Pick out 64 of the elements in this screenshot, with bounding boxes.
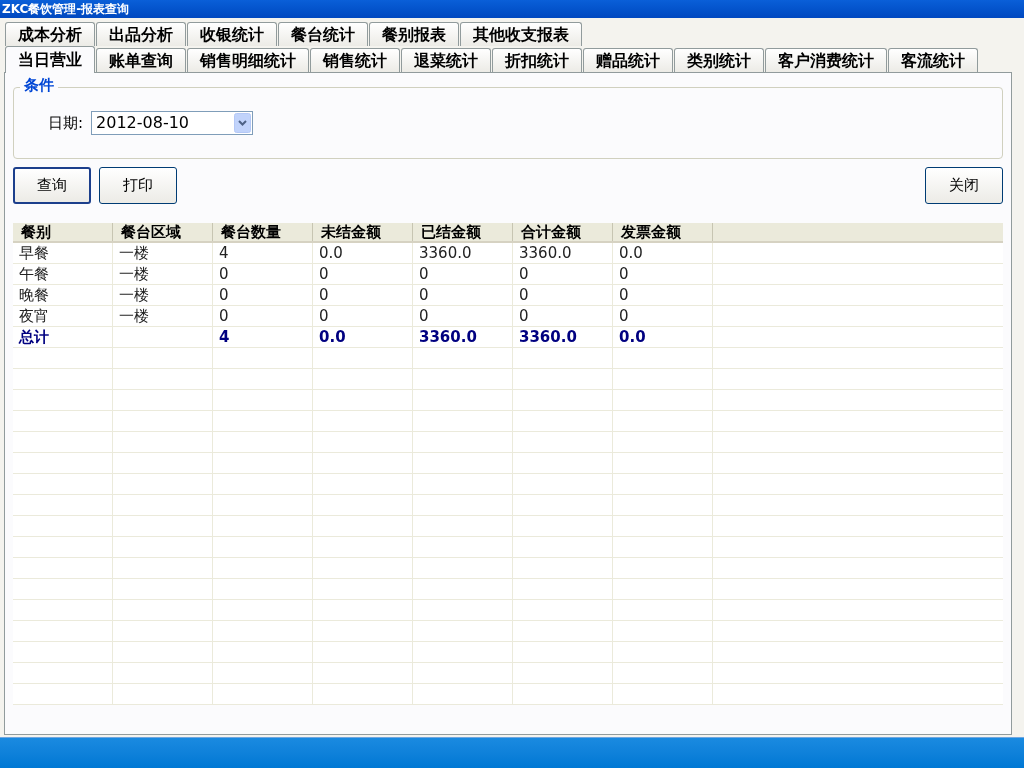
table-cell: 一楼 <box>119 286 149 304</box>
tab[interactable]: 折扣统计 <box>492 48 582 72</box>
close-button[interactable]: 关闭 <box>925 167 1003 204</box>
table-cell: 0.0 <box>319 328 346 346</box>
table-cell: 总计 <box>19 328 49 346</box>
column-header: 餐别 <box>13 223 113 241</box>
tab[interactable]: 餐台统计 <box>278 22 368 46</box>
table-cell: 3360.0 <box>419 328 477 346</box>
column-header: 餐台区域 <box>113 223 213 241</box>
table-cell: 0 <box>519 265 529 283</box>
table-cell: 0 <box>319 286 329 304</box>
table-cell: 4 <box>219 328 230 346</box>
date-label: 日期: <box>48 112 84 134</box>
table-cell: 一楼 <box>119 307 149 325</box>
table-cell: 0 <box>219 307 229 325</box>
group-title: 条件 <box>20 78 58 93</box>
column-header: 未结金额 <box>313 223 413 241</box>
table-cell: 一楼 <box>119 265 149 283</box>
table-cell: 0 <box>519 307 529 325</box>
tab[interactable]: 销售明细统计 <box>187 48 309 72</box>
window-title: ZKC餐饮管理-报表查询 <box>2 3 130 15</box>
date-dropdown[interactable]: 2012-08-10 <box>91 111 254 135</box>
tab[interactable]: 赠品统计 <box>583 48 673 72</box>
tab[interactable]: 当日营业 <box>5 46 95 73</box>
tab[interactable]: 退菜统计 <box>401 48 491 72</box>
table-cell: 0 <box>419 265 429 283</box>
tab[interactable]: 客流统计 <box>888 48 978 72</box>
toolbar-button[interactable]: 打印 <box>99 167 177 204</box>
tab[interactable]: 餐别报表 <box>369 22 459 46</box>
tab[interactable]: 成本分析 <box>5 22 95 46</box>
table-cell: 晚餐 <box>19 286 49 304</box>
table-cell: 夜宵 <box>19 307 49 325</box>
table-cell: 0 <box>619 286 629 304</box>
table-cell: 0 <box>419 286 429 304</box>
table-cell: 午餐 <box>19 265 49 283</box>
table-cell: 0.0 <box>619 328 646 346</box>
table-cell: 0 <box>419 307 429 325</box>
table-cell: 0 <box>519 286 529 304</box>
column-header: 餐台数量 <box>213 223 313 241</box>
tab[interactable]: 类别统计 <box>674 48 764 72</box>
table-cell: 3360.0 <box>519 244 572 262</box>
table-cell: 0.0 <box>619 244 643 262</box>
tab[interactable]: 账单查询 <box>96 48 186 72</box>
table-cell: 0 <box>219 265 229 283</box>
column-header: 已结金额 <box>413 223 513 241</box>
tab[interactable]: 出品分析 <box>96 22 186 46</box>
table-cell: 0 <box>319 307 329 325</box>
tab[interactable]: 销售统计 <box>310 48 400 72</box>
table-cell: 0.0 <box>319 244 343 262</box>
toolbar-button[interactable]: 查询 <box>13 167 91 204</box>
table-cell: 一楼 <box>119 244 149 262</box>
tab[interactable]: 收银统计 <box>187 22 277 46</box>
table-cell: 0 <box>319 265 329 283</box>
table-cell: 3360.0 <box>419 244 472 262</box>
tab[interactable]: 客户消费统计 <box>765 48 887 72</box>
table-cell: 0 <box>619 307 629 325</box>
column-header: 发票金额 <box>613 223 713 241</box>
table-cell: 0 <box>219 286 229 304</box>
table-cell: 0 <box>619 265 629 283</box>
tab[interactable]: 其他收支报表 <box>460 22 582 46</box>
table-cell: 3360.0 <box>519 328 577 346</box>
column-header: 合计金额 <box>513 223 613 241</box>
table-cell: 4 <box>219 244 229 262</box>
table-cell: 早餐 <box>19 244 49 262</box>
